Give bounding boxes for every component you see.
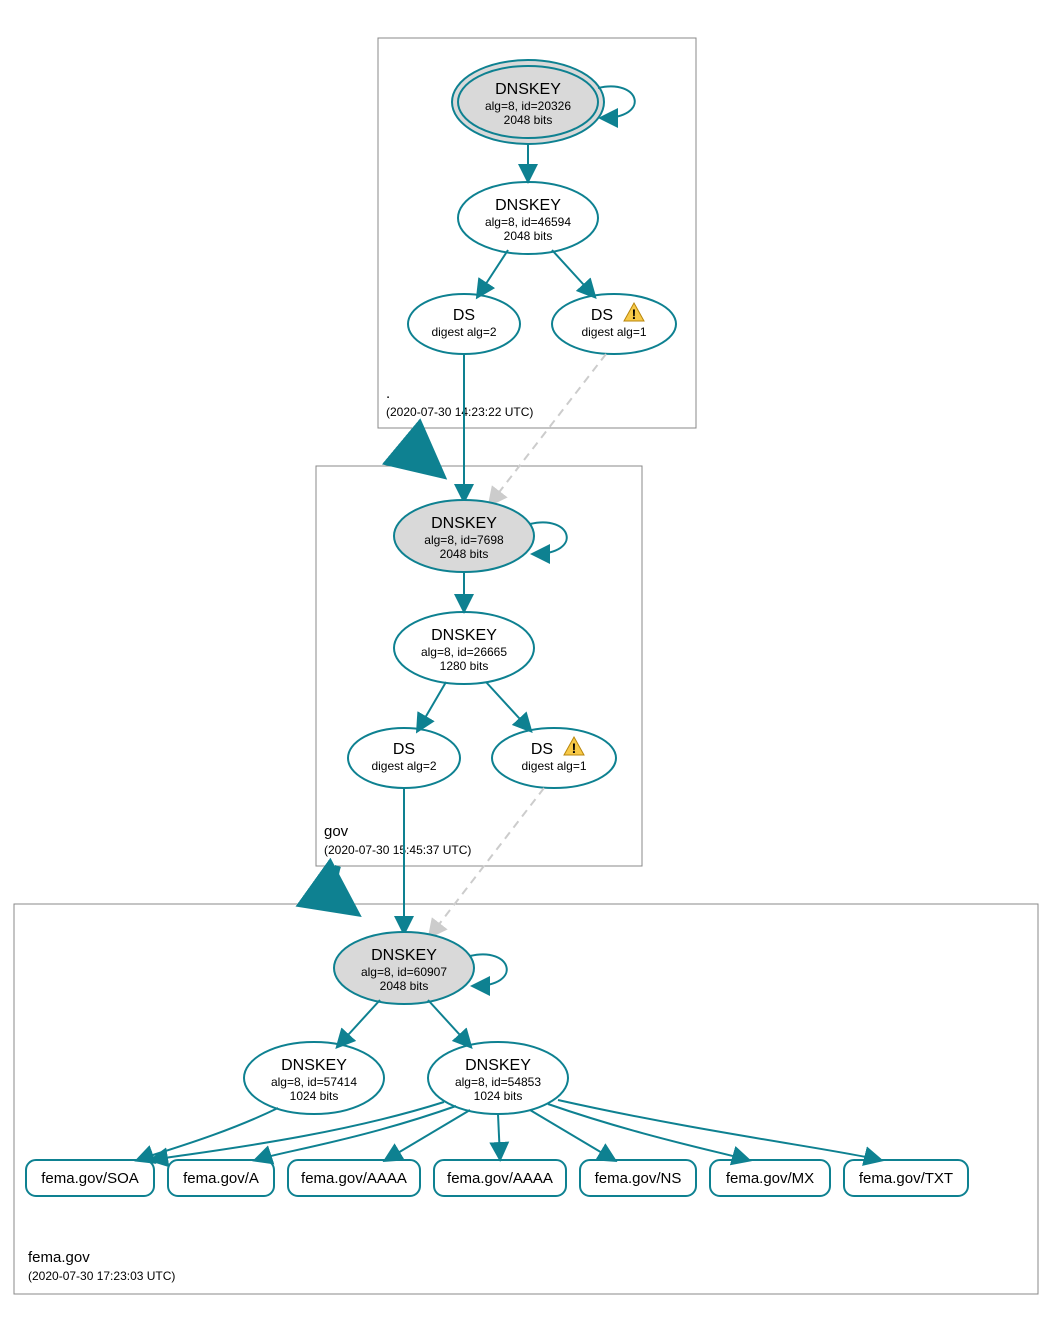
edge-zsk2-to-a <box>256 1106 456 1160</box>
svg-text:fema.gov/TXT: fema.gov/TXT <box>859 1170 953 1187</box>
edge-root-zone-to-gov-zone <box>421 428 438 472</box>
svg-text:2048 bits: 2048 bits <box>504 113 553 127</box>
svg-text:2048 bits: 2048 bits <box>440 547 489 561</box>
leaf-aaaa2: fema.gov/AAAA <box>434 1160 566 1196</box>
svg-text:!: ! <box>632 306 637 322</box>
leaf-a: fema.gov/A <box>168 1160 274 1196</box>
edge-zsk2-to-aaaa2 <box>498 1114 500 1158</box>
node-fema-zsk2: DNSKEY alg=8, id=54853 1024 bits <box>428 1042 568 1114</box>
svg-text:digest alg=2: digest alg=2 <box>371 759 436 773</box>
node-gov-ds1: DS digest alg=1 ! <box>492 728 616 788</box>
node-root-ds2: DS digest alg=2 <box>408 294 520 354</box>
svg-text:fema.gov/A: fema.gov/A <box>183 1170 259 1187</box>
node-root-zsk: DNSKEY alg=8, id=46594 2048 bits <box>458 182 598 254</box>
edge-gov-ksk-selfloop <box>530 522 567 554</box>
svg-text:alg=8, id=7698: alg=8, id=7698 <box>424 533 504 547</box>
zone-time-fema: (2020-07-30 17:23:03 UTC) <box>28 1269 175 1283</box>
svg-text:DNSKEY: DNSKEY <box>371 947 437 964</box>
zone-label-fema: fema.gov <box>28 1249 90 1266</box>
zone-label-gov: gov <box>324 823 349 840</box>
leaf-ns: fema.gov/NS <box>580 1160 696 1196</box>
edge-root-ds1-to-gov-ksk <box>490 354 606 504</box>
svg-text:DS: DS <box>453 307 475 324</box>
svg-text:DNSKEY: DNSKEY <box>465 1057 531 1074</box>
node-fema-ksk: DNSKEY alg=8, id=60907 2048 bits <box>334 932 474 1004</box>
svg-text:alg=8, id=26665: alg=8, id=26665 <box>421 645 507 659</box>
svg-text:DNSKEY: DNSKEY <box>431 515 497 532</box>
edge-gov-zsk-to-ds1 <box>486 682 530 730</box>
edge-fema-ksk-to-zsk2 <box>428 1000 470 1046</box>
node-root-ksk: DNSKEY alg=8, id=20326 2048 bits <box>452 60 604 144</box>
svg-text:alg=8, id=54853: alg=8, id=54853 <box>455 1075 541 1089</box>
svg-text:digest alg=2: digest alg=2 <box>431 325 496 339</box>
node-gov-zsk: DNSKEY alg=8, id=26665 1280 bits <box>394 612 534 684</box>
svg-text:1024 bits: 1024 bits <box>290 1089 339 1103</box>
svg-text:fema.gov/MX: fema.gov/MX <box>726 1170 814 1187</box>
svg-text:1280 bits: 1280 bits <box>440 659 489 673</box>
leaf-mx: fema.gov/MX <box>710 1160 830 1196</box>
edge-gov-zsk-to-ds2 <box>418 682 446 730</box>
edge-fema-ksk-selfloop <box>470 954 507 986</box>
edge-root-zsk-to-ds2 <box>478 250 508 296</box>
svg-text:DNSKEY: DNSKEY <box>431 627 497 644</box>
svg-text:DNSKEY: DNSKEY <box>495 197 561 214</box>
svg-text:alg=8, id=60907: alg=8, id=60907 <box>361 965 447 979</box>
svg-text:alg=8, id=57414: alg=8, id=57414 <box>271 1075 357 1089</box>
node-gov-ds2: DS digest alg=2 <box>348 728 460 788</box>
zone-time-gov: (2020-07-30 15:45:37 UTC) <box>324 843 471 857</box>
svg-text:fema.gov/NS: fema.gov/NS <box>595 1170 682 1187</box>
edge-zsk2-to-aaaa1 <box>386 1110 470 1160</box>
svg-text:2048 bits: 2048 bits <box>504 229 553 243</box>
edge-fema-ksk-to-zsk1 <box>338 1000 380 1046</box>
leaf-soa: fema.gov/SOA <box>26 1160 154 1196</box>
svg-text:fema.gov/AAAA: fema.gov/AAAA <box>447 1170 553 1187</box>
svg-text:DS: DS <box>591 307 613 324</box>
node-fema-zsk1: DNSKEY alg=8, id=57414 1024 bits <box>244 1042 384 1114</box>
zone-label-root: . <box>386 385 390 402</box>
svg-text:DNSKEY: DNSKEY <box>281 1057 347 1074</box>
svg-text:1024 bits: 1024 bits <box>474 1089 523 1103</box>
svg-text:DNSKEY: DNSKEY <box>495 81 561 98</box>
svg-text:DS: DS <box>531 741 553 758</box>
leaf-aaaa1: fema.gov/AAAA <box>288 1160 420 1196</box>
svg-text:!: ! <box>572 740 577 756</box>
svg-text:digest alg=1: digest alg=1 <box>581 325 646 339</box>
svg-text:fema.gov/SOA: fema.gov/SOA <box>41 1170 139 1187</box>
zone-time-root: (2020-07-30 14:23:22 UTC) <box>386 405 533 419</box>
svg-text:alg=8, id=46594: alg=8, id=46594 <box>485 215 571 229</box>
edge-gov-zone-to-fema-zone <box>336 866 352 910</box>
edge-zsk2-to-ns <box>530 1110 614 1160</box>
svg-text:alg=8, id=20326: alg=8, id=20326 <box>485 99 571 113</box>
node-root-ds1: DS digest alg=1 ! <box>552 294 676 354</box>
svg-text:fema.gov/AAAA: fema.gov/AAAA <box>301 1170 407 1187</box>
node-gov-ksk: DNSKEY alg=8, id=7698 2048 bits <box>394 500 534 572</box>
svg-text:digest alg=1: digest alg=1 <box>521 759 586 773</box>
svg-text:DS: DS <box>393 741 415 758</box>
svg-text:2048 bits: 2048 bits <box>380 979 429 993</box>
edge-root-zsk-to-ds1 <box>552 250 594 296</box>
leaf-txt: fema.gov/TXT <box>844 1160 968 1196</box>
edge-zsk2-to-txt <box>558 1100 880 1160</box>
edge-gov-ds1-to-fema-ksk <box>430 788 544 936</box>
